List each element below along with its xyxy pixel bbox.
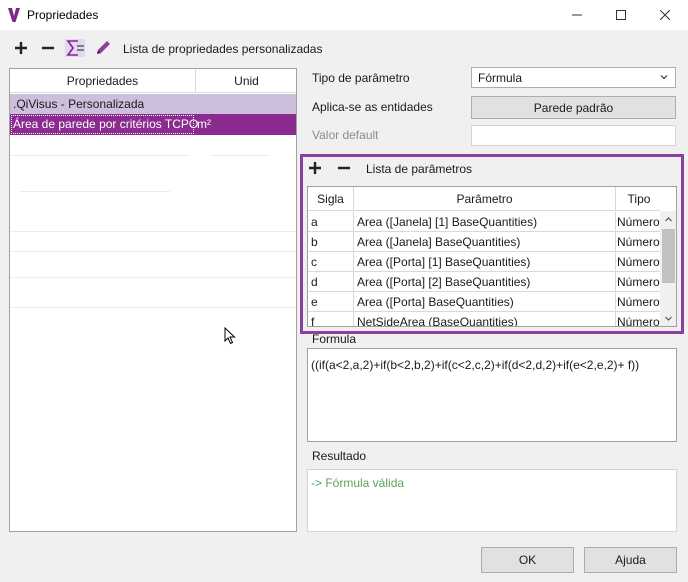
parametro-cell: Area ([Porta] [2] BaseQuantities) <box>354 272 616 291</box>
properties-header: Propriedades Unid <box>10 69 296 93</box>
formula-text: ((if(a<2,a,2)+if(b<2,b,2)+if(c<2,c,2)+if… <box>311 358 640 372</box>
group-label: .QiVisus - Personalizada <box>13 97 145 111</box>
parametro-cell: Area ([Janela] [1] BaseQuantities) <box>354 212 616 231</box>
result-text: -> Fórmula válida <box>311 476 405 490</box>
table-row[interactable]: c Area ([Porta] [1] BaseQuantities) Núme… <box>308 252 662 272</box>
sigla-cell: f <box>308 312 354 326</box>
result-label: Resultado <box>312 449 367 463</box>
sigla-cell: d <box>308 272 354 291</box>
param-type-value: Fórmula <box>478 71 523 85</box>
scroll-down-button[interactable] <box>660 310 676 326</box>
column-header-propriedades[interactable]: Propriedades <box>10 69 196 93</box>
tipo-cell: Número <box>616 312 662 326</box>
parametro-cell: NetSideArea (BaseQuantities) <box>354 312 616 326</box>
minimize-icon <box>572 14 582 16</box>
table-row[interactable]: f NetSideArea (BaseQuantities) Número <box>308 312 662 326</box>
remove-property-button[interactable] <box>37 36 59 60</box>
column-header-unid[interactable]: Unid <box>197 69 296 93</box>
chevron-up-icon <box>665 217 672 222</box>
default-value-label: Valor default <box>312 128 379 142</box>
close-button[interactable] <box>642 0 688 30</box>
maximize-button[interactable] <box>598 0 644 30</box>
close-icon <box>660 10 670 20</box>
vertical-scrollbar[interactable] <box>660 211 676 326</box>
minus-icon <box>42 46 54 50</box>
minimize-button[interactable] <box>554 0 600 30</box>
tipo-cell: Número <box>616 232 662 251</box>
properties-grid[interactable]: Propriedades Unid .QiVisus - Personaliza… <box>9 68 297 532</box>
plus-icon <box>15 42 27 54</box>
formula-label: Formula <box>312 332 357 346</box>
applies-label: Aplica-se as entidades <box>312 100 433 114</box>
table-row[interactable]: b Area ([Janela] BaseQuantities) Número <box>308 232 662 252</box>
sum-formula-icon <box>65 39 85 57</box>
sigla-cell: e <box>308 292 354 311</box>
group-row[interactable]: .QiVisus - Personalizada <box>10 94 296 114</box>
parametro-cell: Area ([Janela] BaseQuantities) <box>354 232 616 251</box>
tipo-cell: Número <box>616 292 662 311</box>
sigla-cell: a <box>308 212 354 231</box>
default-value-input[interactable] <box>471 125 676 146</box>
scroll-thumb[interactable] <box>662 229 675 283</box>
selected-property-row[interactable]: Área de parede por critérios TCPO m² <box>10 114 296 135</box>
chevron-down-icon <box>665 316 672 321</box>
parede-padrao-button[interactable]: Parede padrão <box>471 96 676 119</box>
sigla-cell: c <box>308 252 354 271</box>
formula-input[interactable]: ((if(a<2,a,2)+if(b<2,b,2)+if(c<2,c,2)+if… <box>307 348 677 442</box>
toolbar-label: Lista de propriedades personalizadas <box>123 42 323 56</box>
parameter-list-label: Lista de parâmetros <box>366 162 473 176</box>
table-row[interactable]: a Area ([Janela] [1] BaseQuantities) Núm… <box>308 212 662 232</box>
window-title: Propriedades <box>27 8 99 22</box>
parametro-cell: Area ([Porta] BaseQuantities) <box>354 292 616 311</box>
property-name: Área de parede por critérios TCPO <box>13 117 199 131</box>
mouse-cursor-icon <box>224 327 236 345</box>
plus-icon <box>309 162 321 174</box>
maximize-icon <box>616 10 626 20</box>
minus-icon <box>338 166 350 170</box>
scroll-up-button[interactable] <box>660 211 676 228</box>
column-header-parametro[interactable]: Parâmetro <box>354 187 616 211</box>
tipo-cell: Número <box>616 252 662 271</box>
table-row[interactable]: e Area ([Porta] BaseQuantities) Número <box>308 292 662 312</box>
parametro-cell: Area ([Porta] [1] BaseQuantities) <box>354 252 616 271</box>
rendering-artifact <box>10 139 296 359</box>
property-unit: m² <box>197 117 211 131</box>
chevron-down-icon <box>660 75 668 80</box>
remove-parameter-button[interactable] <box>337 161 351 178</box>
formula-button[interactable] <box>64 36 86 60</box>
table-row[interactable]: d Area ([Porta] [2] BaseQuantities) Núme… <box>308 272 662 292</box>
add-parameter-button[interactable] <box>308 161 322 178</box>
column-header-tipo[interactable]: Tipo <box>616 187 662 211</box>
help-button[interactable]: Ajuda <box>584 547 677 573</box>
result-output: -> Fórmula válida <box>307 469 677 532</box>
main-toolbar: Lista de propriedades personalizadas <box>0 36 688 60</box>
parameter-table-header: Sigla Parâmetro Tipo <box>308 187 660 211</box>
tipo-cell: Número <box>616 272 662 291</box>
sigla-cell: b <box>308 232 354 251</box>
column-header-sigla[interactable]: Sigla <box>308 187 354 211</box>
param-type-select[interactable]: Fórmula <box>471 67 676 88</box>
pencil-icon <box>97 41 110 54</box>
param-type-label: Tipo de parâmetro <box>312 71 410 85</box>
edit-property-button[interactable] <box>92 36 114 60</box>
tipo-cell: Número <box>616 212 662 231</box>
parameter-table[interactable]: Sigla Parâmetro Tipo a Area ([Janela] [1… <box>307 186 677 327</box>
app-logo-icon <box>8 8 20 22</box>
add-property-button[interactable] <box>10 36 32 60</box>
ok-button[interactable]: OK <box>481 547 574 573</box>
title-bar: Propriedades <box>0 0 688 30</box>
